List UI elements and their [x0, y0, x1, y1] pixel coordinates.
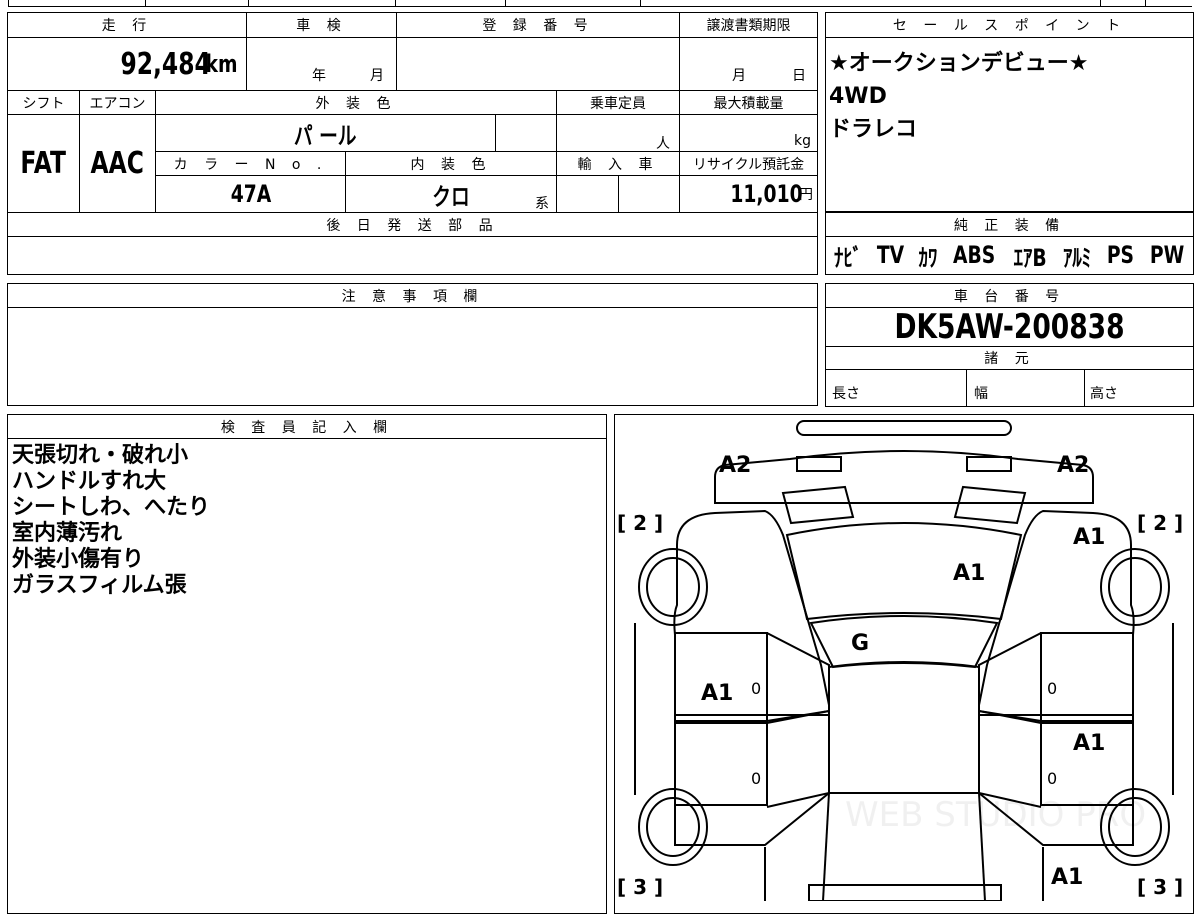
mark-g-windshield: G: [851, 631, 870, 656]
interior-color-text: クロ: [432, 182, 470, 211]
inspector-line: 外装小傷有り: [12, 547, 145, 572]
interior-color-header: 内 装 色: [346, 152, 556, 175]
equipment-item: ｴｱB: [1013, 243, 1047, 272]
mileage-header: 走 行: [8, 13, 246, 37]
color-no-text: 47A: [230, 180, 271, 208]
chassis-box: 車 台 番 号 DK5AW-200838 諸 元 長さ 幅 高さ: [825, 283, 1194, 407]
recycle-amount: 11,010: [730, 180, 803, 208]
inspector-line: 室内薄汚れ: [12, 521, 123, 546]
max-load-unit: kg: [794, 133, 811, 149]
notes-header: 注 意 事 項 欄: [8, 284, 817, 307]
sales-point-line: ドラレコ: [829, 117, 918, 142]
aircon-header: エアコン: [89, 95, 146, 112]
exterior-color-text: パ ール: [294, 121, 357, 150]
registration-header: 登 録 番 号: [397, 13, 679, 37]
max-load-header: 最大積載量: [713, 95, 784, 112]
inspector-line: ハンドルすれ大: [12, 469, 167, 494]
equipment-item: TV: [877, 241, 905, 269]
mark-zero: 0: [1047, 769, 1058, 788]
equipment-header: 純 正 装 備: [826, 213, 1193, 236]
mark-zero: 0: [1047, 679, 1058, 698]
bracket-top-right: [ 2 ]: [1137, 511, 1184, 535]
aircon-value: AAC: [80, 115, 155, 212]
inspector-line: 天張切れ・破れ小: [12, 443, 189, 468]
car-diagram-box: A2 A2 A1 A1 G A1 A1 A1 [ 2 ] [ 2 ] [ 3 ]…: [614, 414, 1194, 914]
watermark: WEB STUDIO PRO: [845, 795, 1147, 835]
inspection-header: 車 検: [247, 13, 396, 37]
equipment-item: ｱﾙﾐ: [1063, 243, 1092, 272]
sales-points-list: ★オークションデビュー★ 4WD ドラレコ: [829, 47, 1088, 146]
mark-a2-right: A2: [1057, 453, 1090, 478]
vehicle-info-table: 走 行 車 検 登 録 番 号 譲渡書類期限 92,484 km 年 月 月 日…: [7, 12, 818, 275]
aircon-text: AAC: [90, 146, 145, 181]
inspection-month-label: 月: [370, 68, 384, 84]
mark-zero: 0: [751, 769, 762, 788]
mark-a1-right-door: A1: [1073, 731, 1106, 756]
capacity-unit: 人: [656, 136, 670, 152]
sales-point-line: 4WD: [829, 84, 887, 109]
inspector-line: シートしわ、へたり: [12, 495, 211, 520]
chassis-number-text: DK5AW-200838: [894, 307, 1125, 347]
deadline-day-label: 日: [792, 68, 806, 84]
exterior-color-header: 外 装 色: [156, 91, 556, 114]
color-no-header: カ ラ ー N o .: [156, 152, 345, 175]
equipment-item: ｶﾜ: [918, 243, 938, 272]
shift-header: シフト: [22, 95, 65, 112]
equipment-list: ﾅﾋﾞ TV ｶﾜ ABS ｴｱB ｱﾙﾐ PS PW: [826, 239, 1193, 272]
inspection-year-label: 年: [312, 68, 326, 84]
equipment-item: ABS: [953, 241, 996, 269]
mark-a1-right-rear: A1: [1051, 865, 1084, 890]
capacity-header: 乗車定員: [590, 95, 646, 112]
sales-points-box: セ ー ル ス ポ イ ン ト ★オークションデビュー★ 4WD ドラレコ: [825, 12, 1194, 212]
color-no-value: 47A: [156, 176, 345, 212]
spec-height: 高さ: [1090, 386, 1118, 402]
mark-a1-bonnet: A1: [953, 561, 986, 586]
equipment-box: 純 正 装 備 ﾅﾋﾞ TV ｶﾜ ABS ｴｱB ｱﾙﾐ PS PW: [825, 212, 1194, 275]
mark-a2-left: A2: [719, 453, 752, 478]
bracket-top-left: [ 2 ]: [617, 511, 664, 535]
mark-a1-right-fender: A1: [1073, 525, 1106, 550]
mark-zero: 0: [751, 679, 762, 698]
recycle-value: 11,010 円: [680, 176, 817, 212]
notes-box: 注 意 事 項 欄: [7, 283, 818, 406]
inspector-line: ガラスフィルム張: [12, 573, 187, 598]
bracket-bottom-right: [ 3 ]: [1137, 875, 1184, 899]
spec-width: 幅: [974, 386, 988, 402]
inspector-notes: 天張切れ・破れ小 ハンドルすれ大 シートしわ、へたり 室内薄汚れ 外装小傷有り …: [12, 443, 210, 599]
later-parts-header: 後 日 発 送 部 品: [8, 213, 817, 236]
exterior-color-value: パ ール: [156, 115, 495, 151]
shift-value: FAT: [8, 115, 79, 212]
mileage-unit: km: [205, 50, 238, 78]
sales-point-line: ★オークションデビュー★: [829, 51, 1089, 76]
bracket-bottom-left: [ 3 ]: [617, 875, 664, 899]
mileage-value: 92,484 km: [8, 38, 246, 90]
sales-points-header: セ ー ル ス ポ イ ン ト: [826, 13, 1193, 37]
transfer-deadline-header: 譲渡書類期限: [706, 18, 791, 34]
deadline-month-label: 月: [732, 68, 746, 84]
top-strip: [0, 0, 1200, 8]
equipment-item: PW: [1149, 241, 1185, 269]
interior-color-value: クロ: [346, 176, 556, 212]
shift-text: FAT: [20, 146, 67, 181]
inspector-box: 検 査 員 記 入 欄 天張切れ・破れ小 ハンドルすれ大 シートしわ、へたり 室…: [7, 414, 607, 914]
spec-length: 長さ: [832, 386, 860, 402]
equipment-item: PS: [1106, 241, 1134, 269]
import-header: 輸 入 車: [557, 152, 679, 175]
mileage-number: 92,484: [120, 46, 212, 82]
chassis-number: DK5AW-200838: [826, 307, 1193, 347]
mark-a1-left-door: A1: [701, 681, 734, 706]
equipment-item: ﾅﾋﾞ: [833, 243, 862, 272]
chassis-header: 車 台 番 号: [826, 284, 1193, 307]
specs-header: 諸 元: [826, 347, 1193, 369]
interior-suffix: 系: [535, 196, 549, 212]
inspector-header: 検 査 員 記 入 欄: [8, 415, 606, 438]
recycle-header: リサイクル預託金: [692, 156, 805, 173]
